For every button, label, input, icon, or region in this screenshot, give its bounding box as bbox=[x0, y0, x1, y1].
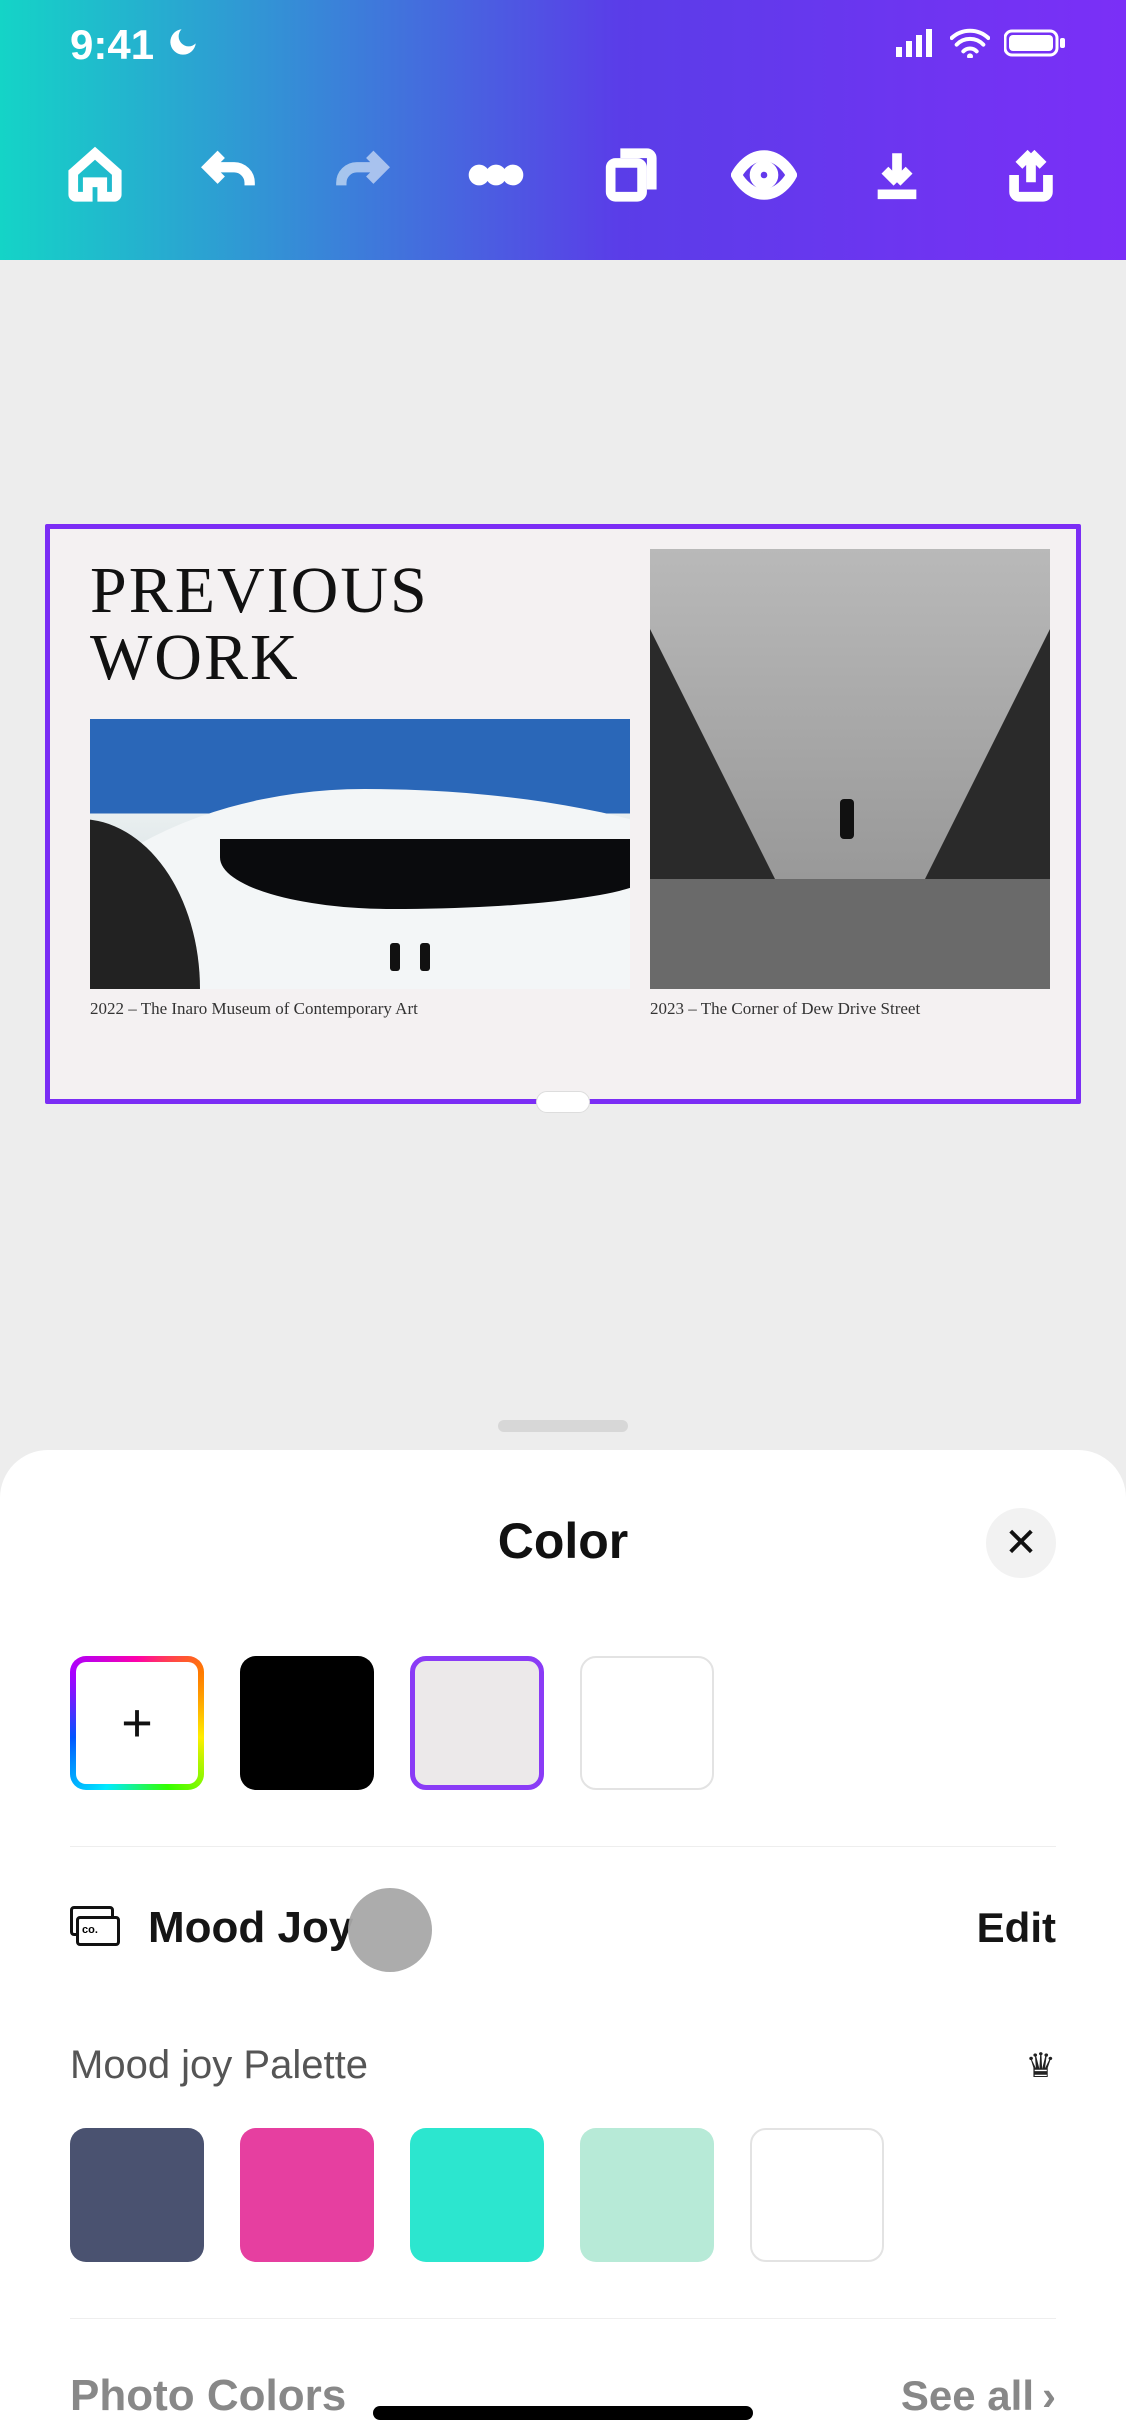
heading-line1: PREVIOUS bbox=[90, 554, 429, 627]
touch-indicator bbox=[348, 1888, 432, 1972]
close-button[interactable]: ✕ bbox=[986, 1508, 1056, 1578]
status-icons bbox=[896, 28, 1066, 63]
home-indicator[interactable] bbox=[373, 2406, 753, 2420]
design-page[interactable]: PREVIOUS WORK 2022 – The Inaro Museum of… bbox=[45, 524, 1081, 1104]
photo-colors-title: Photo Colors bbox=[70, 2371, 346, 2421]
palette-swatch[interactable] bbox=[240, 2128, 374, 2262]
caption-left[interactable]: 2022 – The Inaro Museum of Contemporary … bbox=[90, 999, 418, 1019]
see-all-button[interactable]: See all › bbox=[901, 2372, 1056, 2420]
plus-icon: + bbox=[121, 1692, 153, 1754]
color-panel: Color ✕ + co. Mood Joy Edit Mood joy Pal… bbox=[0, 1450, 1126, 2436]
doc-color-swatch[interactable] bbox=[580, 1656, 714, 1790]
brand-kit-section: co. Mood Joy Edit bbox=[70, 1903, 1056, 1953]
heading-line2: WORK bbox=[90, 621, 300, 694]
brand-kit-icon: co. bbox=[70, 1906, 122, 1950]
chevron-right-icon: › bbox=[1042, 2372, 1056, 2420]
wifi-icon bbox=[950, 28, 990, 63]
brand-kit-name[interactable]: Mood Joy bbox=[148, 1903, 353, 1953]
palette-section: Mood joy Palette ♛ bbox=[70, 2043, 1056, 2262]
image-right[interactable] bbox=[650, 549, 1050, 989]
undo-button[interactable] bbox=[164, 110, 294, 240]
more-button[interactable] bbox=[431, 110, 561, 240]
share-button[interactable] bbox=[966, 110, 1096, 240]
canvas-area[interactable]: PREVIOUS WORK 2022 – The Inaro Museum of… bbox=[0, 260, 1126, 1450]
doc-color-swatch-selected[interactable] bbox=[410, 1656, 544, 1790]
see-all-label: See all bbox=[901, 2372, 1034, 2420]
caption-right[interactable]: 2023 – The Corner of Dew Drive Street bbox=[650, 999, 920, 1019]
clock: 9:41 bbox=[70, 21, 154, 69]
image-left[interactable] bbox=[90, 719, 630, 989]
sheet-drag-handle[interactable] bbox=[498, 1420, 628, 1432]
add-color-button[interactable]: + bbox=[70, 1656, 204, 1790]
preview-button[interactable] bbox=[699, 110, 829, 240]
palette-swatch[interactable] bbox=[70, 2128, 204, 2262]
battery-icon bbox=[1004, 28, 1066, 63]
palette-swatch[interactable] bbox=[750, 2128, 884, 2262]
cellular-icon bbox=[896, 29, 936, 62]
document-colors-row: + bbox=[70, 1656, 1056, 1847]
redo-button[interactable] bbox=[297, 110, 427, 240]
dnd-moon-icon bbox=[166, 21, 200, 69]
palette-swatch[interactable] bbox=[410, 2128, 544, 2262]
crown-icon: ♛ bbox=[1026, 2046, 1056, 2086]
panel-title: Color bbox=[498, 1512, 629, 1570]
palette-swatch[interactable] bbox=[580, 2128, 714, 2262]
status-bar: 9:41 bbox=[0, 0, 1126, 90]
palette-title: Mood joy Palette bbox=[70, 2043, 368, 2088]
page-resize-handle[interactable] bbox=[536, 1091, 590, 1113]
palette-row bbox=[70, 2128, 1056, 2262]
editor-toolbar bbox=[0, 90, 1126, 260]
page-heading[interactable]: PREVIOUS WORK bbox=[90, 557, 429, 692]
download-button[interactable] bbox=[832, 110, 962, 240]
brand-kit-edit-button[interactable]: Edit bbox=[977, 1904, 1056, 1952]
pages-button[interactable] bbox=[565, 110, 695, 240]
home-button[interactable] bbox=[30, 110, 160, 240]
close-icon: ✕ bbox=[1004, 1520, 1038, 1566]
doc-color-swatch[interactable] bbox=[240, 1656, 374, 1790]
